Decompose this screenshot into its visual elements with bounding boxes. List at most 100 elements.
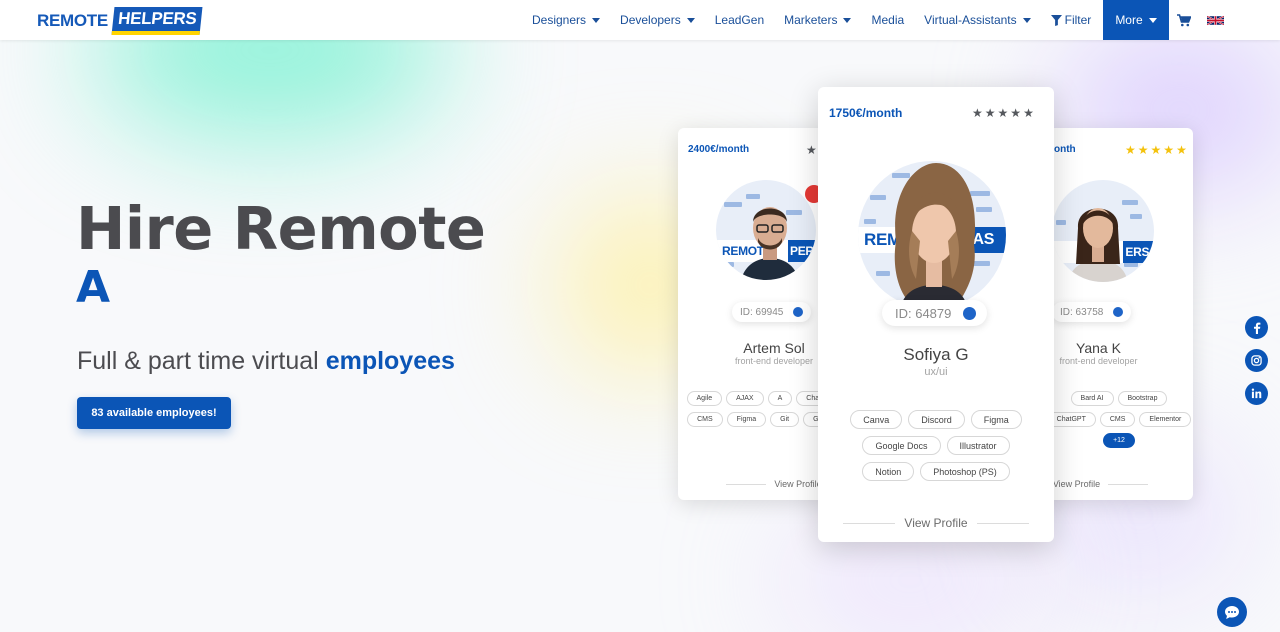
star-icon: ★ bbox=[1137, 143, 1149, 157]
employee-name: Sofiya G bbox=[903, 345, 969, 364]
nav-item-label: LeadGen bbox=[714, 13, 765, 27]
skill-tag[interactable]: Figma bbox=[726, 412, 767, 427]
skill-tag[interactable]: Notion bbox=[862, 462, 915, 481]
card-price: 2400€/month bbox=[688, 144, 750, 155]
instagram-link[interactable] bbox=[1245, 349, 1268, 372]
star-icon: ★ bbox=[997, 106, 1009, 120]
person-silhouette bbox=[1068, 208, 1128, 282]
employee-id: ID: 64879 bbox=[895, 305, 952, 321]
skill-tag[interactable]: CMS bbox=[687, 412, 723, 427]
gear-icon bbox=[793, 307, 804, 317]
employee-id-pill: ID: 69945 bbox=[732, 302, 812, 322]
hero-typed-text: A bbox=[76, 262, 111, 313]
nav-item-more[interactable]: More bbox=[1103, 0, 1169, 40]
nav-item-label: Virtual-Assistants bbox=[924, 13, 1017, 27]
divider-line bbox=[726, 483, 767, 485]
skill-tag[interactable]: Canva bbox=[850, 410, 903, 429]
nav-item-virtual-assistants[interactable]: Virtual-Assistants bbox=[914, 0, 1040, 40]
skill-tag[interactable]: Figma bbox=[970, 410, 1022, 429]
skill-tag[interactable]: A bbox=[767, 391, 793, 406]
caret-down-icon bbox=[686, 17, 695, 23]
view-profile-label: View Profile bbox=[774, 479, 822, 489]
instagram-icon bbox=[1251, 355, 1262, 366]
skill-tag[interactable]: Photoshop (PS) bbox=[920, 462, 1010, 481]
filter-label: Filter bbox=[1064, 13, 1092, 27]
rating-stars: ★ ★ ★ ★ ★ bbox=[1123, 143, 1187, 157]
skill-tag[interactable]: Discord bbox=[908, 410, 965, 429]
skill-tags: Agile AJAX A ChatGPT CMS Figma Git GitHu… bbox=[686, 391, 836, 427]
linkedin-icon bbox=[1251, 388, 1262, 399]
nav-item-developers[interactable]: Developers bbox=[610, 0, 705, 40]
view-profile-label: View Profile bbox=[1052, 479, 1101, 489]
hero-subtitle-prefix: Full & part time virtual bbox=[77, 347, 326, 375]
nav-item-filter[interactable]: Filter bbox=[1041, 0, 1102, 40]
skill-tag[interactable]: Git bbox=[770, 412, 800, 427]
hero-subtitle-highlight: employees bbox=[325, 347, 455, 375]
star-icon: ★ bbox=[972, 106, 983, 120]
employee-photo: ERS bbox=[1052, 180, 1154, 282]
person-silhouette bbox=[894, 163, 976, 309]
employee-photo: REM AS bbox=[858, 161, 1006, 309]
card-price: onth bbox=[1054, 144, 1076, 155]
star-icon: ★ bbox=[1176, 143, 1187, 157]
caret-down-icon bbox=[1022, 17, 1031, 23]
employee-id-pill: ID: 63758 bbox=[1052, 302, 1132, 322]
site-logo[interactable]: REMOTE HELPERS bbox=[37, 6, 203, 35]
skill-tag[interactable]: CMS bbox=[1099, 412, 1136, 427]
caret-down-icon bbox=[1148, 17, 1157, 23]
skill-tag[interactable]: Elementor bbox=[1139, 412, 1192, 427]
skill-tag[interactable]: ChatGPT bbox=[1046, 412, 1096, 427]
view-profile-link[interactable]: View Profile bbox=[678, 479, 836, 489]
hero-subtitle: Full & part time virtual employees bbox=[77, 347, 455, 376]
star-icon: ★ bbox=[1163, 143, 1175, 157]
cart-button[interactable] bbox=[1169, 0, 1199, 40]
linkedin-link[interactable] bbox=[1245, 382, 1268, 405]
employee-card-right[interactable]: onth ★ ★ ★ ★ ★ ERS ID: 63758 Yana K fron… bbox=[1034, 128, 1193, 500]
nav-item-label: Marketers bbox=[784, 13, 838, 27]
skill-tag[interactable]: Bootstrap bbox=[1117, 391, 1168, 406]
star-icon: ★ bbox=[1125, 143, 1136, 157]
employee-card-left[interactable]: 2400€/month ★ REMOT PERS ID: 69945 Artem… bbox=[678, 128, 836, 500]
skill-tag[interactable]: Bard AI bbox=[1070, 391, 1114, 406]
view-profile-link[interactable]: View Profile bbox=[818, 516, 1054, 530]
language-switcher[interactable] bbox=[1199, 0, 1232, 40]
view-profile-label: View Profile bbox=[904, 516, 968, 530]
facebook-link[interactable] bbox=[1245, 316, 1268, 339]
more-skills-tag[interactable]: +12 bbox=[1103, 433, 1135, 448]
view-profile-link[interactable]: View Profile bbox=[1034, 479, 1193, 489]
nav-item-label: Media bbox=[871, 13, 905, 27]
divider-line bbox=[843, 522, 896, 524]
rating-stars: ★ bbox=[804, 143, 817, 157]
nav-item-leadgen[interactable]: LeadGen bbox=[705, 0, 774, 40]
nav-item-media[interactable]: Media bbox=[861, 0, 914, 40]
star-icon: ★ bbox=[1023, 106, 1034, 120]
caret-down-icon bbox=[592, 17, 601, 23]
skill-tags: Canva Discord Figma Google Docs Illustra… bbox=[836, 410, 1036, 481]
uk-flag-icon bbox=[1206, 14, 1224, 26]
main-nav: Designers Developers LeadGen Marketers M… bbox=[522, 0, 1232, 40]
nav-item-label: Developers bbox=[620, 13, 681, 27]
skill-tag[interactable]: AJAX bbox=[726, 391, 764, 406]
facebook-icon bbox=[1253, 322, 1260, 334]
nav-item-designers[interactable]: Designers bbox=[522, 0, 610, 40]
skill-tags: Bard AI Bootstrap ChatGPT CMS Elementor … bbox=[1044, 391, 1193, 448]
available-employees-button[interactable]: 83 available employees! bbox=[77, 397, 231, 429]
skill-tag[interactable]: Illustrator bbox=[946, 436, 1010, 455]
logo-helpers-text: HELPERS bbox=[111, 6, 203, 35]
nav-item-marketers[interactable]: Marketers bbox=[774, 0, 861, 40]
skill-tag[interactable]: Agile bbox=[686, 391, 723, 406]
divider-line bbox=[1108, 483, 1149, 485]
logo-remote-text: REMOTE bbox=[37, 10, 108, 30]
hero-title: Hire Remote bbox=[76, 194, 486, 263]
site-header: REMOTE HELPERS Designers Developers Lead… bbox=[0, 0, 1280, 40]
filter-icon bbox=[1050, 14, 1062, 26]
employee-card-featured[interactable]: 1750€/month ★ ★ ★ ★ ★ REM AS ID: 64879 S… bbox=[818, 87, 1054, 542]
star-icon: ★ bbox=[1010, 106, 1022, 120]
more-label: More bbox=[1115, 13, 1143, 27]
employee-role: front-end developer bbox=[734, 356, 814, 366]
gear-icon bbox=[963, 306, 977, 320]
chat-widget-button[interactable] bbox=[1217, 597, 1247, 627]
chat-bubble-icon bbox=[1225, 605, 1239, 619]
skill-tag[interactable]: Google Docs bbox=[862, 436, 941, 455]
employee-role: ux/ui bbox=[924, 366, 948, 378]
